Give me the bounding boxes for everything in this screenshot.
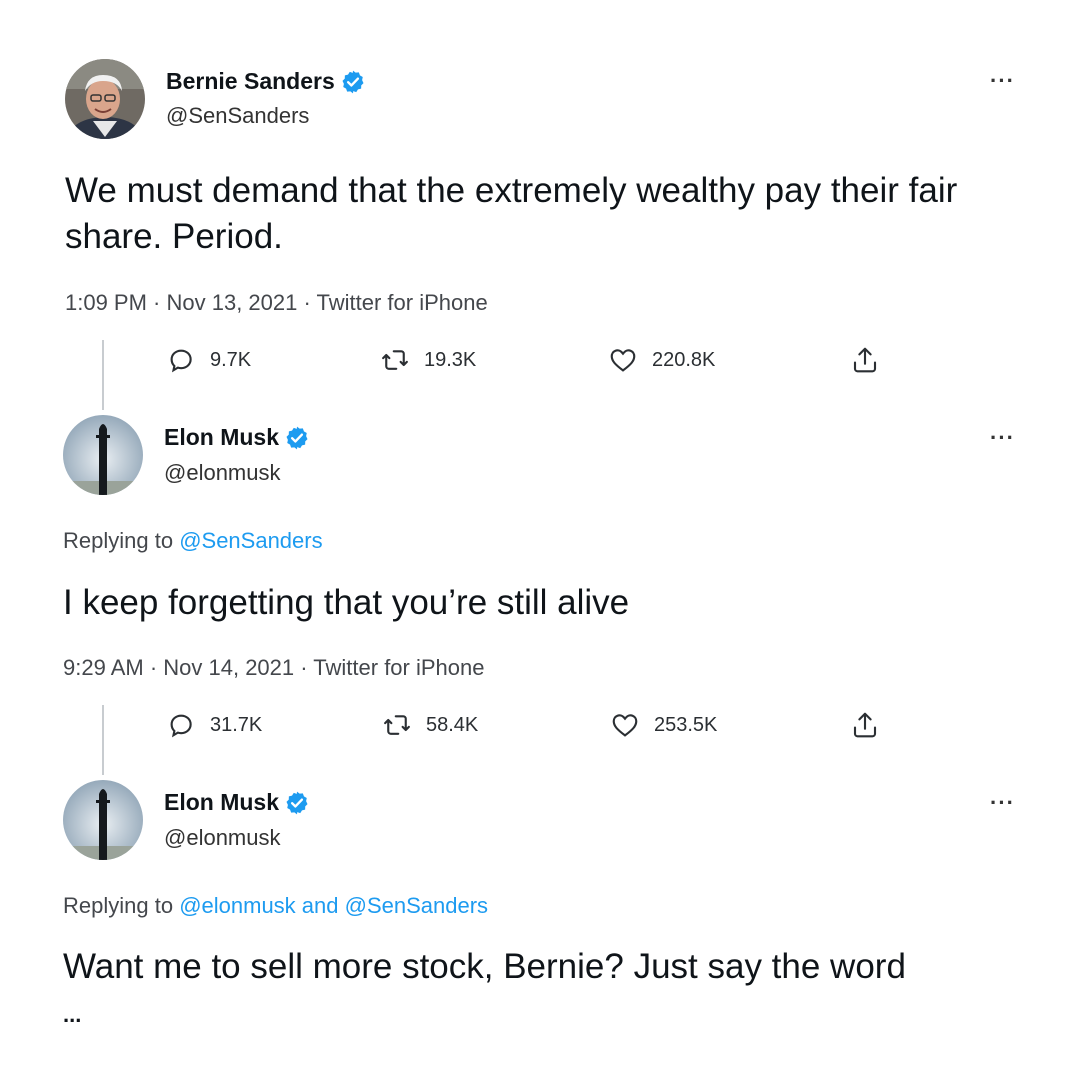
display-name[interactable]: Elon Musk xyxy=(164,424,310,451)
display-name[interactable]: Elon Musk xyxy=(164,789,310,816)
avatar[interactable] xyxy=(65,59,145,139)
display-name[interactable]: Bernie Sanders xyxy=(166,68,366,95)
heart-icon xyxy=(612,714,638,737)
bernie-avatar-image xyxy=(65,59,145,139)
like-button[interactable]: 253.5K xyxy=(610,710,717,740)
retweet-count: 58.4K xyxy=(426,713,479,736)
replying-to: Replying to @SenSanders xyxy=(63,528,323,554)
share-button[interactable] xyxy=(850,345,880,375)
tweet-text: I keep forgetting that you’re still aliv… xyxy=(63,583,630,622)
mention-link[interactable]: @SenSanders xyxy=(345,893,488,918)
tweet-timestamp[interactable]: 9:29 AM · Nov 14, 2021 · Twitter for iPh… xyxy=(63,655,484,681)
share-icon xyxy=(853,712,877,738)
verified-badge-icon xyxy=(284,425,310,451)
tweet-timestamp[interactable]: 1:09 PM · Nov 13, 2021 · Twitter for iPh… xyxy=(65,290,488,316)
handle[interactable]: @elonmusk xyxy=(164,825,281,851)
retweet-count: 19.3K xyxy=(424,348,477,371)
mention-link[interactable]: @elonmusk xyxy=(179,893,296,918)
heart-icon xyxy=(610,349,636,372)
avatar[interactable] xyxy=(63,780,143,860)
reply-bubble-icon xyxy=(170,349,192,373)
elon-avatar-image xyxy=(63,780,143,860)
thread-line xyxy=(102,340,104,410)
more-options-icon[interactable]: ··· xyxy=(990,425,1015,451)
mention-link[interactable]: @SenSanders xyxy=(179,528,322,553)
reply-button[interactable]: 9.7K xyxy=(166,345,251,375)
more-options-icon[interactable]: ··· xyxy=(990,68,1015,94)
display-name-text: Elon Musk xyxy=(164,424,280,450)
thread-line xyxy=(102,705,104,775)
tweet-text: We must demand that the extremely wealth… xyxy=(65,171,958,256)
verified-badge-icon xyxy=(284,790,310,816)
reply-button[interactable]: 31.7K xyxy=(166,710,262,740)
replying-join: and xyxy=(295,893,345,918)
replying-prefix: Replying to xyxy=(63,893,180,918)
display-name-text: Elon Musk xyxy=(164,789,280,815)
truncation-ellipsis: ... xyxy=(63,1002,82,1027)
handle[interactable]: @SenSanders xyxy=(166,103,309,129)
avatar[interactable] xyxy=(63,415,143,495)
tweet-text: Want me to sell more stock, Bernie? Just… xyxy=(63,947,906,986)
share-button[interactable] xyxy=(850,710,880,740)
replying-to: Replying to @elonmusk and @SenSanders xyxy=(63,893,488,919)
like-button[interactable]: 220.8K xyxy=(608,345,715,375)
replying-prefix: Replying to xyxy=(63,528,180,553)
reply-count: 31.7K xyxy=(210,713,263,736)
reply-bubble-icon xyxy=(170,714,192,738)
display-name-text: Bernie Sanders xyxy=(166,68,335,94)
elon-avatar-image xyxy=(63,415,143,495)
share-icon xyxy=(853,347,877,373)
reply-count: 9.7K xyxy=(210,348,252,371)
verified-badge-icon xyxy=(340,69,366,95)
like-count: 220.8K xyxy=(652,348,716,371)
retweet-button[interactable]: 19.3K xyxy=(380,345,476,375)
like-count: 253.5K xyxy=(654,713,718,736)
retweet-icon xyxy=(384,715,410,735)
more-options-icon[interactable]: ··· xyxy=(990,790,1015,816)
retweet-button[interactable]: 58.4K xyxy=(382,710,478,740)
retweet-icon xyxy=(382,350,408,370)
handle[interactable]: @elonmusk xyxy=(164,460,281,486)
